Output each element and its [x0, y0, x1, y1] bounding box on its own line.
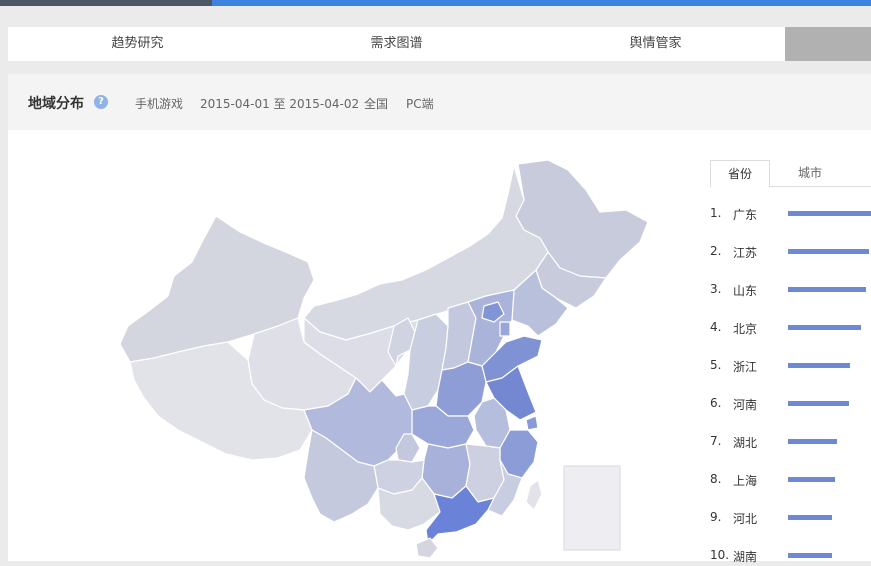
tab-city[interactable]: 城市	[780, 160, 840, 186]
tab-demand-graph[interactable]: 需求图谱	[267, 27, 526, 61]
ranking-number: 3.	[710, 282, 722, 296]
top-progress-strip	[0, 0, 871, 6]
ranking-bar	[788, 553, 832, 558]
ranking-number: 2.	[710, 244, 722, 258]
tab-sentiment-manager[interactable]: 舆情管家	[526, 27, 785, 61]
keyword-label: 手机游戏	[135, 97, 184, 111]
ranking-bar	[788, 325, 861, 330]
ranking-number: 4.	[710, 320, 722, 334]
ranking-province-name: 山东	[733, 284, 758, 298]
ranking-row[interactable]: 3. 山东	[698, 280, 871, 300]
ranking-bar	[788, 249, 869, 254]
ranking-row[interactable]: 9. 河北	[698, 508, 871, 528]
ranking-province-name: 广东	[733, 208, 758, 222]
map-region-hainan[interactable]	[415, 537, 439, 559]
panel-header: 地域分布 ? 手机游戏 2015-04-01 至 2015-04-02 全国 P…	[8, 74, 871, 130]
map-region-tianjin[interactable]	[499, 321, 511, 337]
map-region-shanghai[interactable]	[525, 415, 539, 431]
tab-trend-research[interactable]: 趋势研究	[8, 27, 267, 61]
ranking-number: 6.	[710, 396, 722, 410]
main-tabs: 趋势研究 需求图谱 舆情管家	[8, 27, 871, 61]
device-label[interactable]: PC端	[406, 95, 434, 112]
tab-province[interactable]: 省份	[710, 160, 770, 188]
ranking-bar	[788, 477, 835, 482]
ranking-province-name: 湖北	[733, 436, 758, 450]
region-panel: 地域分布 ? 手机游戏 2015-04-01 至 2015-04-02 全国 P…	[8, 74, 871, 564]
ranking-number: 1.	[710, 206, 722, 220]
ranking-row[interactable]: 6. 河南	[698, 394, 871, 414]
ranking-province-name: 河北	[733, 512, 758, 526]
ranking-number: 5.	[710, 358, 722, 372]
ranking-province-name: 湖南	[733, 550, 758, 564]
ranking-row[interactable]: 5. 浙江	[698, 356, 871, 376]
ranking-province-name: 北京	[733, 322, 758, 336]
ranking-number: 7.	[710, 434, 722, 448]
region-label[interactable]: 全国	[364, 95, 388, 112]
ranking-number: 10.	[710, 548, 730, 562]
ranking-bar	[788, 515, 832, 520]
tab-region-active[interactable]	[785, 27, 871, 61]
ranking-panel: 省份 城市 1. 广东 2. 江苏 3. 山东 4. 北京 5. 浙江 6. 河南 7. 湖北 8. 上海 9.…	[698, 130, 871, 564]
top-strip-accent	[212, 0, 871, 6]
ranking-row[interactable]: 8. 上海	[698, 470, 871, 490]
ranking-province-name: 浙江	[733, 360, 758, 374]
ranking-bar	[788, 287, 866, 292]
china-map	[119, 159, 649, 559]
ranking-number: 8.	[710, 472, 722, 486]
ranking-province-name: 河南	[733, 398, 758, 412]
ranking-bar	[788, 439, 837, 444]
ranking-province-name: 江苏	[733, 246, 758, 260]
ranking-row[interactable]: 7. 湖北	[698, 432, 871, 452]
help-icon[interactable]: ?	[94, 95, 108, 109]
map-south-sea-inset	[563, 465, 621, 551]
ranking-province-name: 上海	[733, 474, 758, 488]
top-strip-dark	[0, 0, 212, 6]
ranking-bar	[788, 363, 850, 368]
ranking-bar	[788, 211, 871, 216]
date-range-label[interactable]: 2015-04-01 至 2015-04-02	[200, 95, 359, 112]
map-region-taiwan[interactable]	[525, 479, 543, 511]
ranking-row[interactable]: 1. 广东	[698, 204, 871, 224]
ranking-tabs: 省份 城市	[710, 160, 871, 188]
panel-title: 地域分布	[28, 96, 84, 112]
ranking-row[interactable]: 4. 北京	[698, 318, 871, 338]
ranking-number: 9.	[710, 510, 722, 524]
ranking-bar	[788, 401, 849, 406]
ranking-row[interactable]: 10. 湖南	[698, 546, 871, 566]
ranking-row[interactable]: 2. 江苏	[698, 242, 871, 262]
